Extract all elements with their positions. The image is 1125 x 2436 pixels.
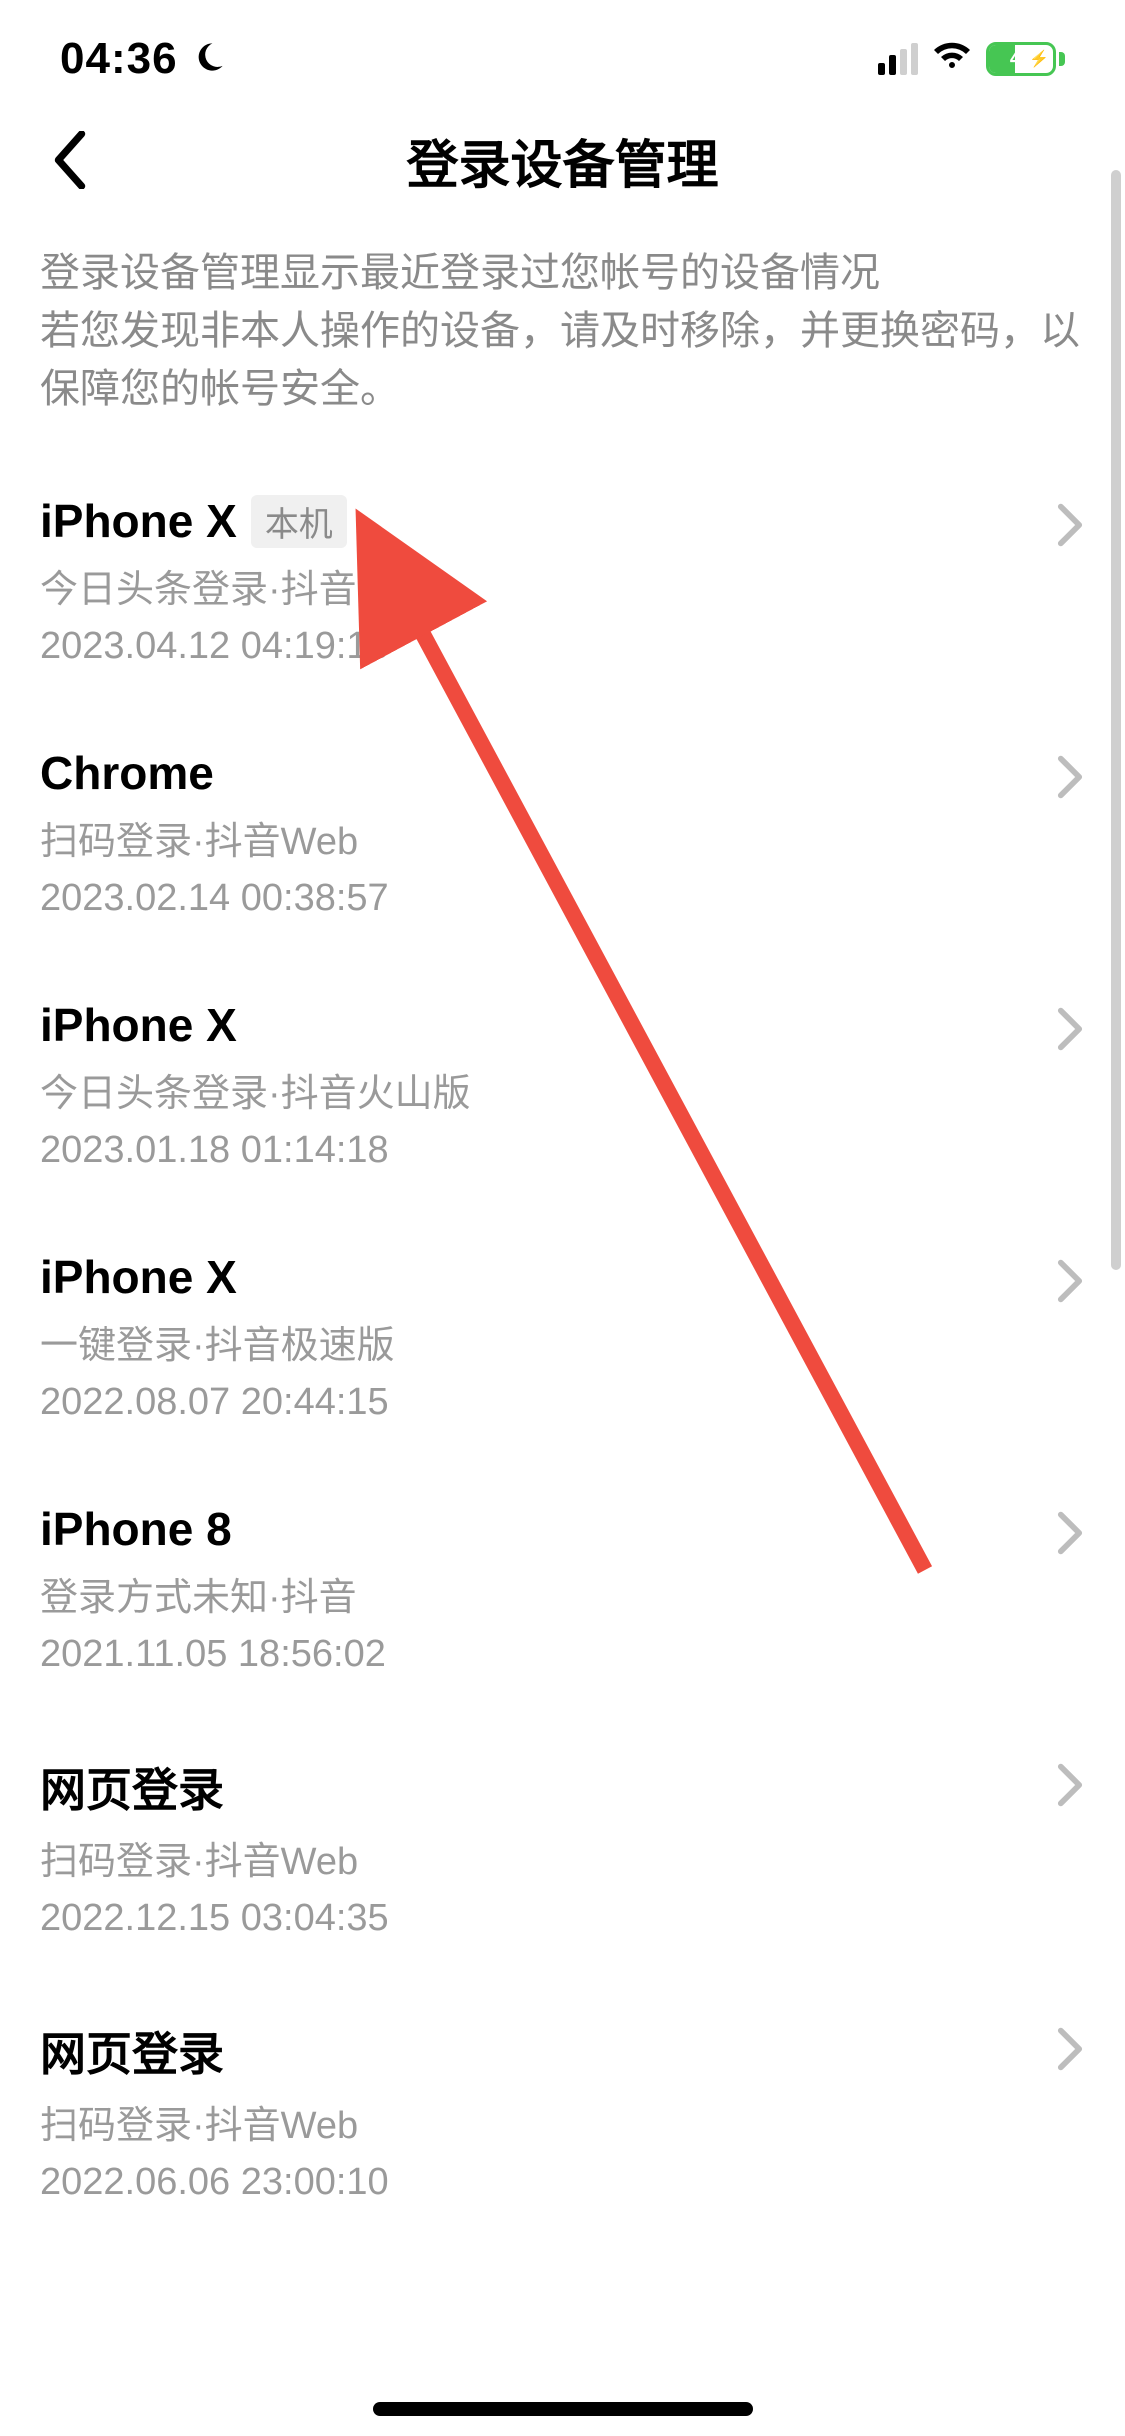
device-login-method: 登录方式未知·抖音 — [40, 1570, 1015, 1626]
device-item[interactable]: Chrome 扫码登录·抖音Web2023.02.14 00:38:57 — [0, 710, 1125, 962]
device-login-method: 今日头条登录·抖音 — [40, 562, 1015, 618]
device-title-row: Chrome — [40, 746, 1015, 800]
chevron-right-icon — [1055, 2026, 1085, 2072]
device-item[interactable]: iPhone X 本机今日头条登录·抖音2023.04.12 04:19:13 — [0, 458, 1125, 710]
description-line2: 若您发现非本人操作的设备，请及时移除，并更换密码，以保障您的帐号安全。 — [40, 302, 1085, 418]
screen: 04:36 40 ⚡ — [0, 0, 1125, 2436]
device-name: 网页登录 — [40, 1754, 224, 1820]
device-name: iPhone X — [40, 494, 237, 548]
current-device-badge: 本机 — [251, 495, 347, 548]
device-item[interactable]: iPhone X 一键登录·抖音极速版2022.08.07 20:44:15 — [0, 1214, 1125, 1466]
device-timestamp: 2022.06.06 23:00:10 — [40, 2154, 1015, 2210]
device-name: iPhone X — [40, 1250, 237, 1304]
device-title-row: iPhone 8 — [40, 1502, 1015, 1556]
chevron-right-icon — [1055, 1006, 1085, 1052]
status-left: 04:36 — [60, 34, 226, 84]
wifi-icon — [932, 42, 972, 77]
scrollbar[interactable] — [1111, 170, 1121, 1270]
battery-icon: 40 ⚡ — [986, 42, 1065, 76]
device-timestamp: 2021.11.05 18:56:02 — [40, 1626, 1015, 1682]
device-item[interactable]: 网页登录扫码登录·抖音Web2022.12.15 03:04:35 — [0, 1718, 1125, 1982]
device-item[interactable]: 网页登录扫码登录·抖音Web2022.06.06 23:00:10 — [0, 1982, 1125, 2246]
device-timestamp: 2023.02.14 00:38:57 — [40, 870, 1015, 926]
device-timestamp: 2023.04.12 04:19:13 — [40, 618, 1015, 674]
chevron-right-icon — [1055, 1762, 1085, 1808]
dnd-moon-icon — [192, 40, 226, 79]
chevron-right-icon — [1055, 1510, 1085, 1556]
device-name: Chrome — [40, 746, 214, 800]
device-name: iPhone 8 — [40, 1502, 232, 1556]
device-item[interactable]: iPhone X 今日头条登录·抖音火山版2023.01.18 01:14:18 — [0, 962, 1125, 1214]
device-login-method: 扫码登录·抖音Web — [40, 2098, 1015, 2154]
status-bar: 04:36 40 ⚡ — [0, 0, 1125, 100]
page-header: 登录设备管理 — [0, 100, 1125, 220]
device-login-method: 扫码登录·抖音Web — [40, 814, 1015, 870]
back-button[interactable] — [40, 130, 100, 190]
device-title-row: 网页登录 — [40, 1754, 1015, 1820]
device-name: 网页登录 — [40, 2018, 224, 2084]
device-title-row: iPhone X — [40, 1250, 1015, 1304]
chevron-right-icon — [1055, 1258, 1085, 1304]
device-timestamp: 2023.01.18 01:14:18 — [40, 1122, 1015, 1178]
device-item[interactable]: iPhone 8 登录方式未知·抖音2021.11.05 18:56:02 — [0, 1466, 1125, 1718]
page-description: 登录设备管理显示最近登录过您帐号的设备情况 若您发现非本人操作的设备，请及时移除… — [0, 220, 1125, 458]
description-line1: 登录设备管理显示最近登录过您帐号的设备情况 — [40, 244, 1085, 302]
device-title-row: 网页登录 — [40, 2018, 1015, 2084]
chevron-right-icon — [1055, 502, 1085, 548]
device-title-row: iPhone X 本机 — [40, 494, 1015, 548]
page-title: 登录设备管理 — [406, 123, 718, 198]
device-timestamp: 2022.12.15 03:04:35 — [40, 1890, 1015, 1946]
device-timestamp: 2022.08.07 20:44:15 — [40, 1374, 1015, 1430]
home-indicator[interactable] — [373, 2402, 753, 2416]
device-login-method: 扫码登录·抖音Web — [40, 1834, 1015, 1890]
device-login-method: 一键登录·抖音极速版 — [40, 1318, 1015, 1374]
status-time: 04:36 — [60, 34, 178, 84]
device-title-row: iPhone X — [40, 998, 1015, 1052]
status-right: 40 ⚡ — [878, 42, 1065, 77]
chevron-right-icon — [1055, 754, 1085, 800]
device-list[interactable]: iPhone X 本机今日头条登录·抖音2023.04.12 04:19:13 Ch… — [0, 458, 1125, 2246]
cellular-signal-icon — [878, 43, 918, 75]
device-login-method: 今日头条登录·抖音火山版 — [40, 1066, 1015, 1122]
device-name: iPhone X — [40, 998, 237, 1052]
